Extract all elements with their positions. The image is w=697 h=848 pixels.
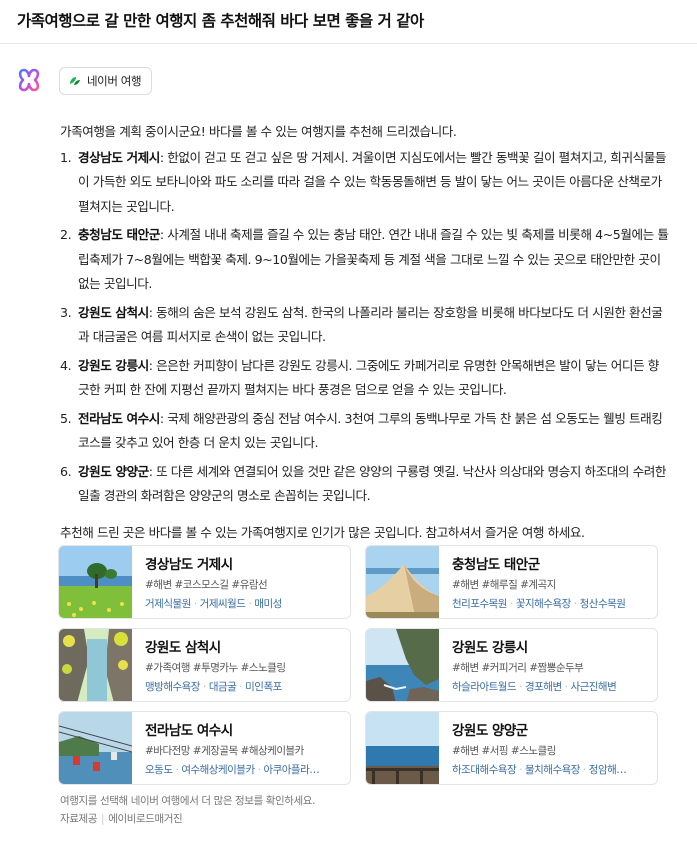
recommendation-list: 1. 경상남도 거제시: 한없이 걷고 또 걷고 싶은 땅 거제시. 겨울이면 …: [60, 146, 670, 509]
card-links: 하슬라아트월드 · 경포해변 · 사근진해변: [452, 681, 617, 693]
card-tags: #해변 #서핑 #스노클링: [452, 745, 556, 757]
yeosu-thumbnail: [59, 712, 132, 784]
place-link[interactable]: 거제씨월드: [200, 598, 246, 610]
source-chip-label: 네이버 여행: [87, 74, 142, 88]
item-description: : 사계절 내내 축제를 즐길 수 있는 충남 태안. 연간 내내 즐길 수 있…: [78, 227, 669, 291]
card-title: 경상남도 거제시: [145, 557, 233, 573]
item-description: : 한없이 걷고 또 걷고 싶은 땅 거제시. 겨울이면 지심도에서는 빨간 동…: [78, 149, 666, 214]
item-description: : 또 다른 세계와 연결되어 있을 것만 같은 양양의 구룡령 옛길. 낙산사…: [78, 463, 666, 504]
geoje-thumbnail: [59, 546, 132, 618]
ai-logo-icon: [18, 68, 40, 92]
user-query: 가족여행으로 갈 만한 여행지 좀 추천해줘 바다 보면 좋을 거 같아: [17, 12, 424, 30]
item-number: 2.: [60, 227, 72, 242]
naver-travel-icon: [70, 77, 80, 85]
taean-thumbnail: [366, 546, 439, 618]
place-link[interactable]: 대금굴: [209, 681, 237, 693]
item-number: 1.: [60, 149, 72, 165]
place-link[interactable]: 천리포수목원: [452, 598, 507, 610]
destination-card[interactable]: 충청남도 태안군 #해변 #해루질 #계곡지 천리포수목원 · 꽃지해수욕장 · 청산수…: [365, 545, 658, 619]
destination-card[interactable]: 전라남도 여수시 #바다전망 #게장골목 #해상케이블카 오동도 · 여수해상케이블…: [58, 711, 351, 785]
item-number: 3.: [60, 304, 72, 320]
item-name: 전라남도 여수시: [78, 410, 160, 426]
footer-credit: 자료제공 | 에이비로드매거진: [60, 813, 183, 825]
card-tags: #가족여행 #투명카누 #스노클링: [145, 662, 286, 674]
card-title: 강원도 강릉시: [452, 640, 528, 656]
card-links: 오동도 · 여수해상케이블카 · 아쿠아플라…: [145, 764, 320, 776]
place-link[interactable]: 여수해상케이블카: [181, 764, 255, 776]
list-item: 6. 강원도 양양군: 또 다른 세계와 연결되어 있을 것만 같은 양양의 구…: [60, 460, 670, 509]
card-title: 충청남도 태안군: [452, 557, 540, 573]
destination-card[interactable]: 경상남도 거제시 #해변 #코스모스길 #유람선 거제식물원 · 거제씨월드 · 매미성: [58, 545, 351, 619]
item-number: 6.: [60, 463, 72, 479]
credit-source[interactable]: 에이비로드매거진: [108, 813, 182, 825]
gangneung-thumbnail: [366, 629, 439, 701]
place-link[interactable]: 오동도: [145, 764, 173, 776]
item-name: 충청남도 태안군: [78, 227, 160, 242]
list-item: 2. 충청남도 태안군: 사계절 내내 축제를 즐길 수 있는 충남 태안. 연…: [60, 223, 670, 297]
item-description: : 은은한 커피향이 남다른 강원도 강릉시. 그중에도 카페거리로 유명한 안…: [78, 357, 659, 398]
list-item: 3. 강원도 삼척시: 동해의 숨은 보석 강원도 삼척. 한국의 나폴리라 불…: [60, 301, 670, 350]
card-tags: #바다전망 #게장골목 #해상케이블카: [145, 745, 304, 757]
place-link[interactable]: 사근진해변: [570, 681, 616, 693]
card-links: 천리포수목원 · 꽃지해수욕장 · 청산수목원: [452, 598, 626, 610]
card-title: 강원도 삼척시: [145, 640, 221, 656]
item-name: 강원도 강릉시: [78, 357, 149, 373]
card-tags: #해변 #해루질 #계곡지: [452, 579, 556, 591]
card-title: 전라남도 여수시: [145, 723, 233, 739]
item-number: 5.: [60, 410, 72, 426]
place-link[interactable]: 꽃지해수욕장: [516, 598, 571, 610]
list-item: 5. 전라남도 여수시: 국제 해양관광의 중심 전남 여수시. 3천여 그루의…: [60, 407, 670, 456]
answer-intro: 가족여행을 계획 중이시군요! 바다를 볼 수 있는 여행지를 추천해 드리겠습…: [60, 124, 457, 139]
place-link[interactable]: 미인폭포: [245, 681, 282, 693]
card-links: 거제식물원 · 거제씨월드 · 매미성: [145, 598, 282, 610]
place-link[interactable]: 하조대해수욕장: [452, 764, 517, 776]
item-description: : 국제 해양관광의 중심 전남 여수시. 3천여 그루의 동백나무로 가득 찬…: [78, 410, 663, 451]
place-link[interactable]: 물치해수욕장: [525, 764, 580, 776]
item-name: 경상남도 거제시: [78, 149, 160, 165]
list-item: 1. 경상남도 거제시: 한없이 걷고 또 걷고 싶은 땅 거제시. 겨울이면 …: [60, 146, 670, 220]
answer-body: 가족여행을 계획 중이시군요! 바다를 볼 수 있는 여행지를 추천해 드리겠습…: [60, 120, 670, 545]
place-link[interactable]: 아쿠아플라…: [263, 764, 319, 776]
source-chip[interactable]: 네이버 여행: [59, 67, 153, 95]
destination-card[interactable]: 강원도 양양군 #해변 #서핑 #스노클링 하조대해수욕장 · 물치해수욕장 · 정암해…: [365, 711, 658, 785]
item-name: 강원도 삼척시: [78, 304, 149, 320]
footer-note: 여행지를 선택해 네이버 여행에서 더 많은 정보를 확인하세요.: [60, 795, 316, 807]
place-link[interactable]: 정암해…: [589, 764, 627, 776]
credit-label: 자료제공: [60, 813, 98, 825]
card-links: 하조대해수욕장 · 물치해수욕장 · 정암해…: [452, 764, 627, 776]
place-link[interactable]: 매미성: [254, 598, 282, 610]
place-link[interactable]: 청산수목원: [580, 598, 626, 610]
card-title: 강원도 양양군: [452, 723, 528, 739]
place-link[interactable]: 거제식물원: [145, 598, 191, 610]
destination-card[interactable]: 강원도 삼척시 #가족여행 #투명카누 #스노클링 맹방해수욕장 · 대금굴 · 미인폭…: [58, 628, 351, 702]
place-link[interactable]: 경포해변: [525, 681, 562, 693]
item-description: : 동해의 숨은 보석 강원도 삼척. 한국의 나폴리라 불리는 장호항을 비롯…: [78, 304, 663, 345]
place-link[interactable]: 하슬라아트월드: [452, 681, 517, 693]
place-link[interactable]: 맹방해수욕장: [145, 681, 200, 693]
card-links: 맹방해수욕장 · 대금굴 · 미인폭포: [145, 681, 282, 693]
list-item: 4. 강원도 강릉시: 은은한 커피향이 남다른 강원도 강릉시. 그중에도 카…: [60, 354, 670, 403]
answer-closing: 추천해 드린 곳은 바다를 볼 수 있는 가족여행지로 인기가 많은 곳입니다.…: [60, 524, 585, 540]
samcheok-thumbnail: [59, 629, 132, 701]
item-number: 4.: [60, 357, 72, 373]
card-tags: #해변 #코스모스길 #유람선: [145, 579, 268, 591]
card-tags: #해변 #커피거리 #짬뽕순두부: [452, 662, 584, 674]
yangyang-thumbnail: [366, 712, 439, 784]
query-header: 가족여행으로 갈 만한 여행지 좀 추천해줘 바다 보면 좋을 거 같아: [0, 0, 697, 44]
item-name: 강원도 양양군: [78, 463, 149, 479]
destination-card[interactable]: 강원도 강릉시 #해변 #커피거리 #짬뽕순두부 하슬라아트월드 · 경포해변 · 사근…: [365, 628, 658, 702]
